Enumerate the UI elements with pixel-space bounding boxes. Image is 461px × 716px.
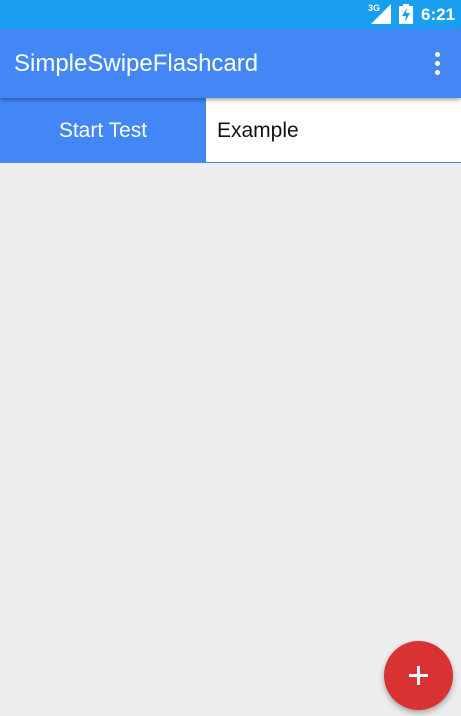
network-type-label: 3G — [368, 3, 381, 13]
app-bar: SimpleSwipeFlashcard — [0, 29, 461, 98]
battery-charging-icon — [399, 4, 413, 24]
app-title: SimpleSwipeFlashcard — [14, 50, 259, 77]
deck-name-value: Example — [217, 119, 299, 142]
deck-toolbar: Start Test Example — [0, 98, 461, 163]
card-list-area — [0, 163, 461, 716]
start-test-button[interactable]: Start Test — [0, 98, 206, 163]
status-time: 6:21 — [421, 5, 456, 24]
status-bar: 3G 6:21 — [0, 0, 461, 29]
deck-name-field[interactable]: Example — [206, 98, 461, 163]
more-vert-icon[interactable] — [428, 49, 448, 79]
add-card-button[interactable] — [384, 641, 453, 710]
